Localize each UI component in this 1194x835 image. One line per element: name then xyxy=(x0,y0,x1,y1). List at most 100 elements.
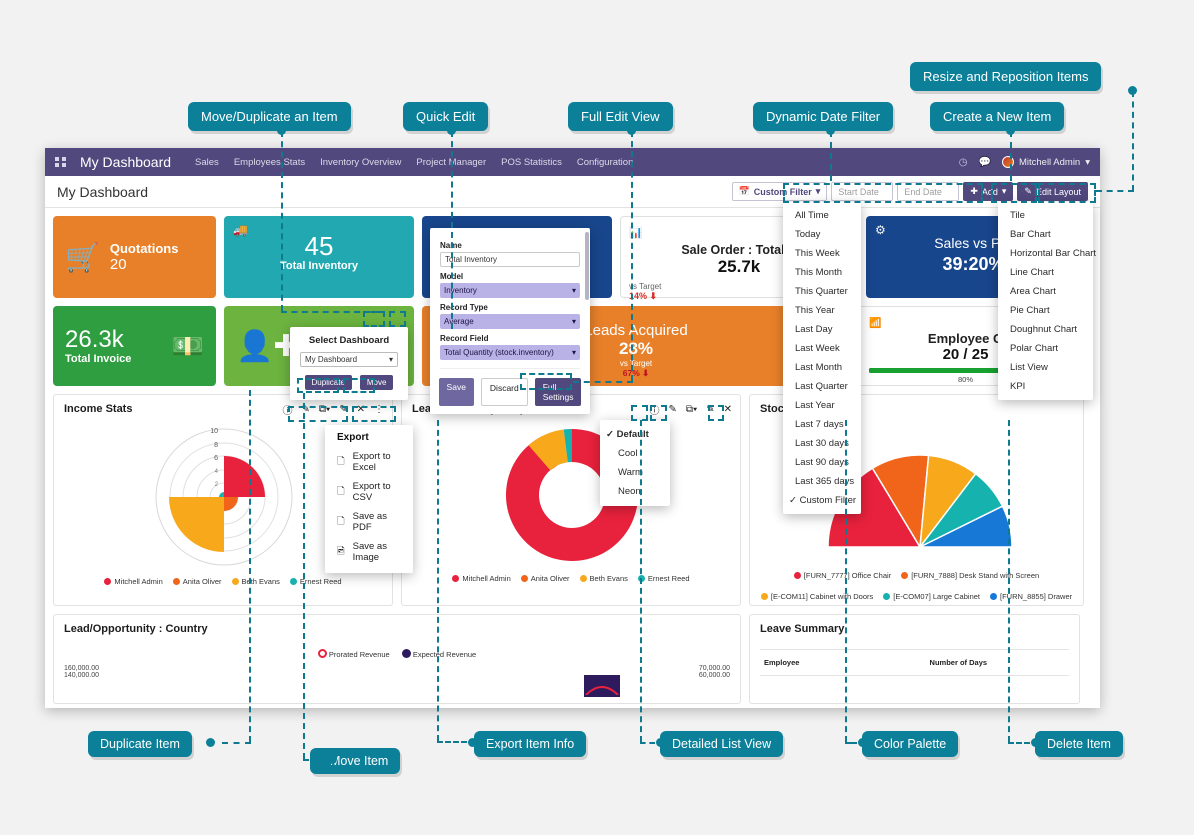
legend-item[interactable]: Mitchell Admin xyxy=(452,574,511,583)
legend-item[interactable]: Ernest Reed xyxy=(637,574,690,583)
legend-item[interactable]: Mitchell Admin xyxy=(104,577,163,586)
legend-item[interactable]: [E-COM11] Cabinet with Doors xyxy=(760,591,873,602)
discard-button[interactable]: Discard xyxy=(480,378,528,406)
csv-file-icon: 🗋 xyxy=(337,486,345,497)
date-filter-option[interactable]: Last 30 days xyxy=(783,434,861,453)
quick-edit-form[interactable]: Name Total Inventory Model Inventory ▾ Re… xyxy=(430,228,590,414)
legend-item[interactable]: Prorated Revenue xyxy=(317,649,390,659)
add-menu-option[interactable]: List View xyxy=(998,358,1093,377)
close-icon[interactable]: ✕ xyxy=(724,404,732,415)
nav-link-sales[interactable]: Sales xyxy=(195,157,219,168)
board-row-4: Lead/Opportunity : Country Prorated Reve… xyxy=(53,614,1092,704)
end-date-input[interactable]: End Date xyxy=(897,182,960,201)
nav-link-pos-statistics[interactable]: POS Statistics xyxy=(501,157,562,168)
info-icon[interactable]: ⓘ xyxy=(282,402,292,417)
duplicate-button[interactable]: Duplicate xyxy=(304,375,352,390)
date-filter-button[interactable]: 📅 Custom Filter ▾ xyxy=(731,182,828,201)
callout-duplicate-item: Duplicate Item xyxy=(88,731,192,757)
save-button[interactable]: Save xyxy=(438,378,474,406)
legend-item[interactable]: Ernest Reed xyxy=(289,577,342,586)
name-field[interactable]: Total Inventory xyxy=(440,252,580,267)
add-menu-option[interactable]: Horizontal Bar Chart xyxy=(998,244,1096,263)
legend-item[interactable]: Beth Evans xyxy=(231,577,280,586)
dashboard-select[interactable]: My Dashboard ▾ xyxy=(300,352,398,367)
palette-option[interactable]: Cool xyxy=(600,444,670,463)
add-menu-option[interactable]: Polar Chart xyxy=(998,339,1093,358)
add-menu-option[interactable]: Pie Chart xyxy=(998,301,1093,320)
navbar-brand[interactable]: My Dashboard xyxy=(80,154,171,170)
palette-option[interactable]: Warm xyxy=(600,463,670,482)
more-icon[interactable]: ⋮ xyxy=(374,404,384,415)
date-filter-option[interactable]: This Month xyxy=(783,263,861,282)
legend-item[interactable]: Anita Oliver xyxy=(172,577,222,586)
date-filter-option[interactable]: Last Year xyxy=(783,396,861,415)
date-filter-option[interactable]: This Week xyxy=(783,244,861,263)
nav-link-inventory-overview[interactable]: Inventory Overview xyxy=(320,157,401,168)
add-menu[interactable]: Tile Bar Chart Horizontal Bar Chart Line… xyxy=(998,202,1096,400)
callout-quick-edit: Quick Edit xyxy=(403,102,489,131)
close-icon[interactable]: ✕ xyxy=(357,404,365,415)
edit-icon[interactable]: ✎ xyxy=(339,404,347,415)
date-filter-option[interactable]: Last 7 days xyxy=(783,415,861,434)
add-menu-option[interactable]: KPI xyxy=(998,377,1093,396)
legend-item[interactable]: [E-COM07] Large Cabinet xyxy=(883,591,980,602)
legend-item[interactable]: Beth Evans xyxy=(579,574,628,583)
user-menu[interactable]: Mitchell Admin ▾ xyxy=(1001,156,1090,168)
date-filter-option[interactable]: This Year xyxy=(783,301,861,320)
tile-total-inventory[interactable]: 🚚 45 Total Inventory xyxy=(224,216,414,298)
edit-icon[interactable]: ✎ xyxy=(706,404,714,415)
callout-dot xyxy=(468,738,477,747)
start-date-input[interactable]: Start Date xyxy=(831,182,894,201)
clock-icon[interactable]: ◷ xyxy=(959,157,968,168)
legend-item[interactable]: [FURN_7888] Desk Stand with Screen xyxy=(901,570,1039,581)
add-menu-option[interactable]: Doughnut Chart xyxy=(998,320,1093,339)
move-button[interactable]: Move xyxy=(359,375,394,390)
form-scrollbar[interactable] xyxy=(585,232,589,300)
model-select[interactable]: Inventory ▾ xyxy=(440,283,580,298)
add-menu-option[interactable]: Bar Chart xyxy=(998,225,1093,244)
date-filter-option[interactable]: Last Day xyxy=(783,320,861,339)
nav-link-configuration[interactable]: Configuration xyxy=(577,157,634,168)
add-menu-option[interactable]: Tile xyxy=(998,206,1093,225)
tile-quotations[interactable]: 🛒 Quotations 20 xyxy=(53,216,216,298)
legend-item[interactable]: [FURN_7777] Office Chair xyxy=(793,570,891,581)
date-filter-option[interactable]: All Time xyxy=(783,206,861,225)
legend-item[interactable]: [FURN_8855] Drawer xyxy=(990,591,1072,602)
date-filter-menu[interactable]: All Time Today This Week This Month This… xyxy=(783,202,861,514)
apps-grid-icon[interactable] xyxy=(55,156,66,168)
save-as-pdf-item[interactable]: 🗋 Save as PDF xyxy=(325,507,413,537)
date-filter-option[interactable]: Last 365 days xyxy=(783,472,861,491)
tile-total-invoice[interactable]: 26.3k Total Invoice 💵 xyxy=(53,306,216,386)
export-menu[interactable]: Export 🗋 Export to Excel 🗋 Export to CSV… xyxy=(325,425,413,573)
select-dashboard-popup[interactable]: Select Dashboard My Dashboard ▾ Duplicate… xyxy=(290,327,408,400)
nav-link-employees-stats[interactable]: Employees Stats xyxy=(234,157,305,168)
save-as-image-item[interactable]: 🖻 Save as Image xyxy=(325,537,413,567)
chevron-down-icon: ▾ xyxy=(1001,186,1007,196)
date-filter-option[interactable]: Last Month xyxy=(783,358,861,377)
legend-item[interactable]: Anita Oliver xyxy=(520,574,570,583)
leader-line xyxy=(281,311,381,313)
date-filter-option[interactable]: Last Week xyxy=(783,339,861,358)
info-icon[interactable]: ⓘ xyxy=(649,402,659,417)
messages-icon[interactable]: 💬 xyxy=(979,157,991,168)
palette-option-selected[interactable]: ✓ Default xyxy=(600,425,670,444)
add-menu-option[interactable]: Area Chart xyxy=(998,282,1093,301)
date-filter-option[interactable]: Last Quarter xyxy=(783,377,861,396)
date-filter-option[interactable]: Today xyxy=(783,225,861,244)
record-type-select[interactable]: Average ▾ xyxy=(440,314,580,329)
date-filter-option[interactable]: Last 90 days xyxy=(783,453,861,472)
date-filter-option[interactable]: This Quarter xyxy=(783,282,861,301)
add-button[interactable]: ✚ Add ▾ xyxy=(963,182,1014,201)
leader-line xyxy=(303,393,305,759)
duplicate-icon[interactable]: ⧉▾ xyxy=(319,404,330,415)
edit-layout-button[interactable]: ✎ Edit Layout xyxy=(1017,182,1088,201)
duplicate-icon[interactable]: ⧉▾ xyxy=(686,404,697,415)
color-palette-menu[interactable]: ✓ Default Cool Warm Neon xyxy=(600,420,670,506)
add-menu-option[interactable]: Line Chart xyxy=(998,263,1093,282)
record-field-select[interactable]: Total Quantity (stock.inventory) ▾ xyxy=(440,345,580,360)
export-to-excel-item[interactable]: 🗋 Export to Excel xyxy=(325,447,413,477)
pencil-icon[interactable]: ✎ xyxy=(668,404,676,415)
export-to-csv-item[interactable]: 🗋 Export to CSV xyxy=(325,477,413,507)
palette-option[interactable]: Neon xyxy=(600,482,670,501)
date-filter-option-selected[interactable]: ✓ Custom Filter xyxy=(783,491,861,510)
